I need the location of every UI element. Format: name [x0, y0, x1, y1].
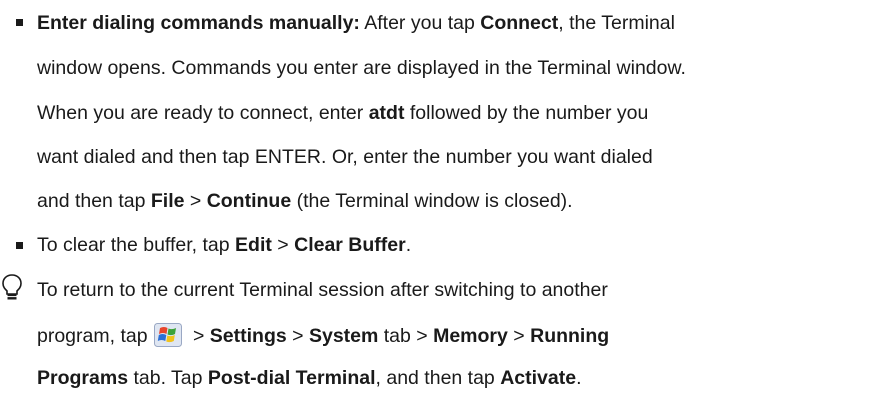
text: , the Terminal	[558, 12, 675, 34]
edit-term: Edit	[235, 234, 272, 256]
document-page: Enter dialing commands manually: After y…	[0, 0, 871, 406]
text: program, tap	[37, 325, 148, 347]
text: (the Terminal window is closed).	[291, 190, 573, 212]
bullet1-line5: and then tap File > Continue (the Termin…	[37, 190, 573, 212]
text: .	[405, 234, 412, 256]
text: >	[184, 190, 207, 212]
system-term: System	[308, 325, 379, 347]
clear-buffer-term: Clear Buffer	[294, 234, 406, 256]
windows-start-icon	[153, 323, 182, 347]
atdt-term: atdt	[368, 102, 405, 124]
text: .	[576, 367, 582, 389]
lightbulb-icon	[2, 274, 22, 300]
running-term: Running	[530, 325, 610, 347]
post-dial-terminal-term: Post-dial Terminal	[207, 367, 376, 389]
text: >	[271, 234, 295, 256]
bullet1-line2: window opens. Commands you enter are dis…	[37, 57, 686, 79]
activate-term: Activate	[500, 367, 577, 389]
bullet-square-icon	[16, 19, 23, 26]
file-term: File	[150, 190, 185, 212]
bullet1-line1: Enter dialing commands manually: After y…	[37, 12, 675, 34]
tip-line1: To return to the current Terminal sessio…	[37, 279, 608, 301]
text: >	[507, 325, 531, 347]
text: After you tap	[359, 12, 481, 34]
bullet1-bold-lead: Enter dialing commands manually:	[37, 12, 360, 34]
text: tab. Tap	[128, 367, 208, 389]
bullet1-line3: When you are ready to connect, enter atd…	[37, 102, 648, 124]
continue-term: Continue	[206, 190, 292, 212]
text: , and then tap	[375, 367, 501, 389]
bullet1-line4: want dialed and then tap ENTER. Or, ente…	[37, 146, 653, 168]
programs-term: Programs	[37, 367, 129, 389]
settings-term: Settings	[209, 325, 287, 347]
connect-term: Connect	[480, 12, 559, 34]
text: When you are ready to connect, enter	[37, 102, 369, 124]
text: To clear the buffer, tap	[37, 234, 236, 256]
bullet-square-icon	[16, 242, 23, 249]
text: >	[286, 325, 309, 347]
tip-line3: Programs tab. Tap Post-dial Terminal, an…	[37, 367, 582, 389]
text: >	[187, 325, 210, 347]
tip-line2: program, tap > Settings > System tab > M…	[37, 323, 609, 347]
memory-term: Memory	[433, 325, 508, 347]
bullet2-line: To clear the buffer, tap Edit > Clear Bu…	[37, 234, 411, 256]
text: tab >	[378, 325, 434, 347]
text: followed by the number you	[404, 102, 649, 124]
text: and then tap	[37, 190, 151, 212]
